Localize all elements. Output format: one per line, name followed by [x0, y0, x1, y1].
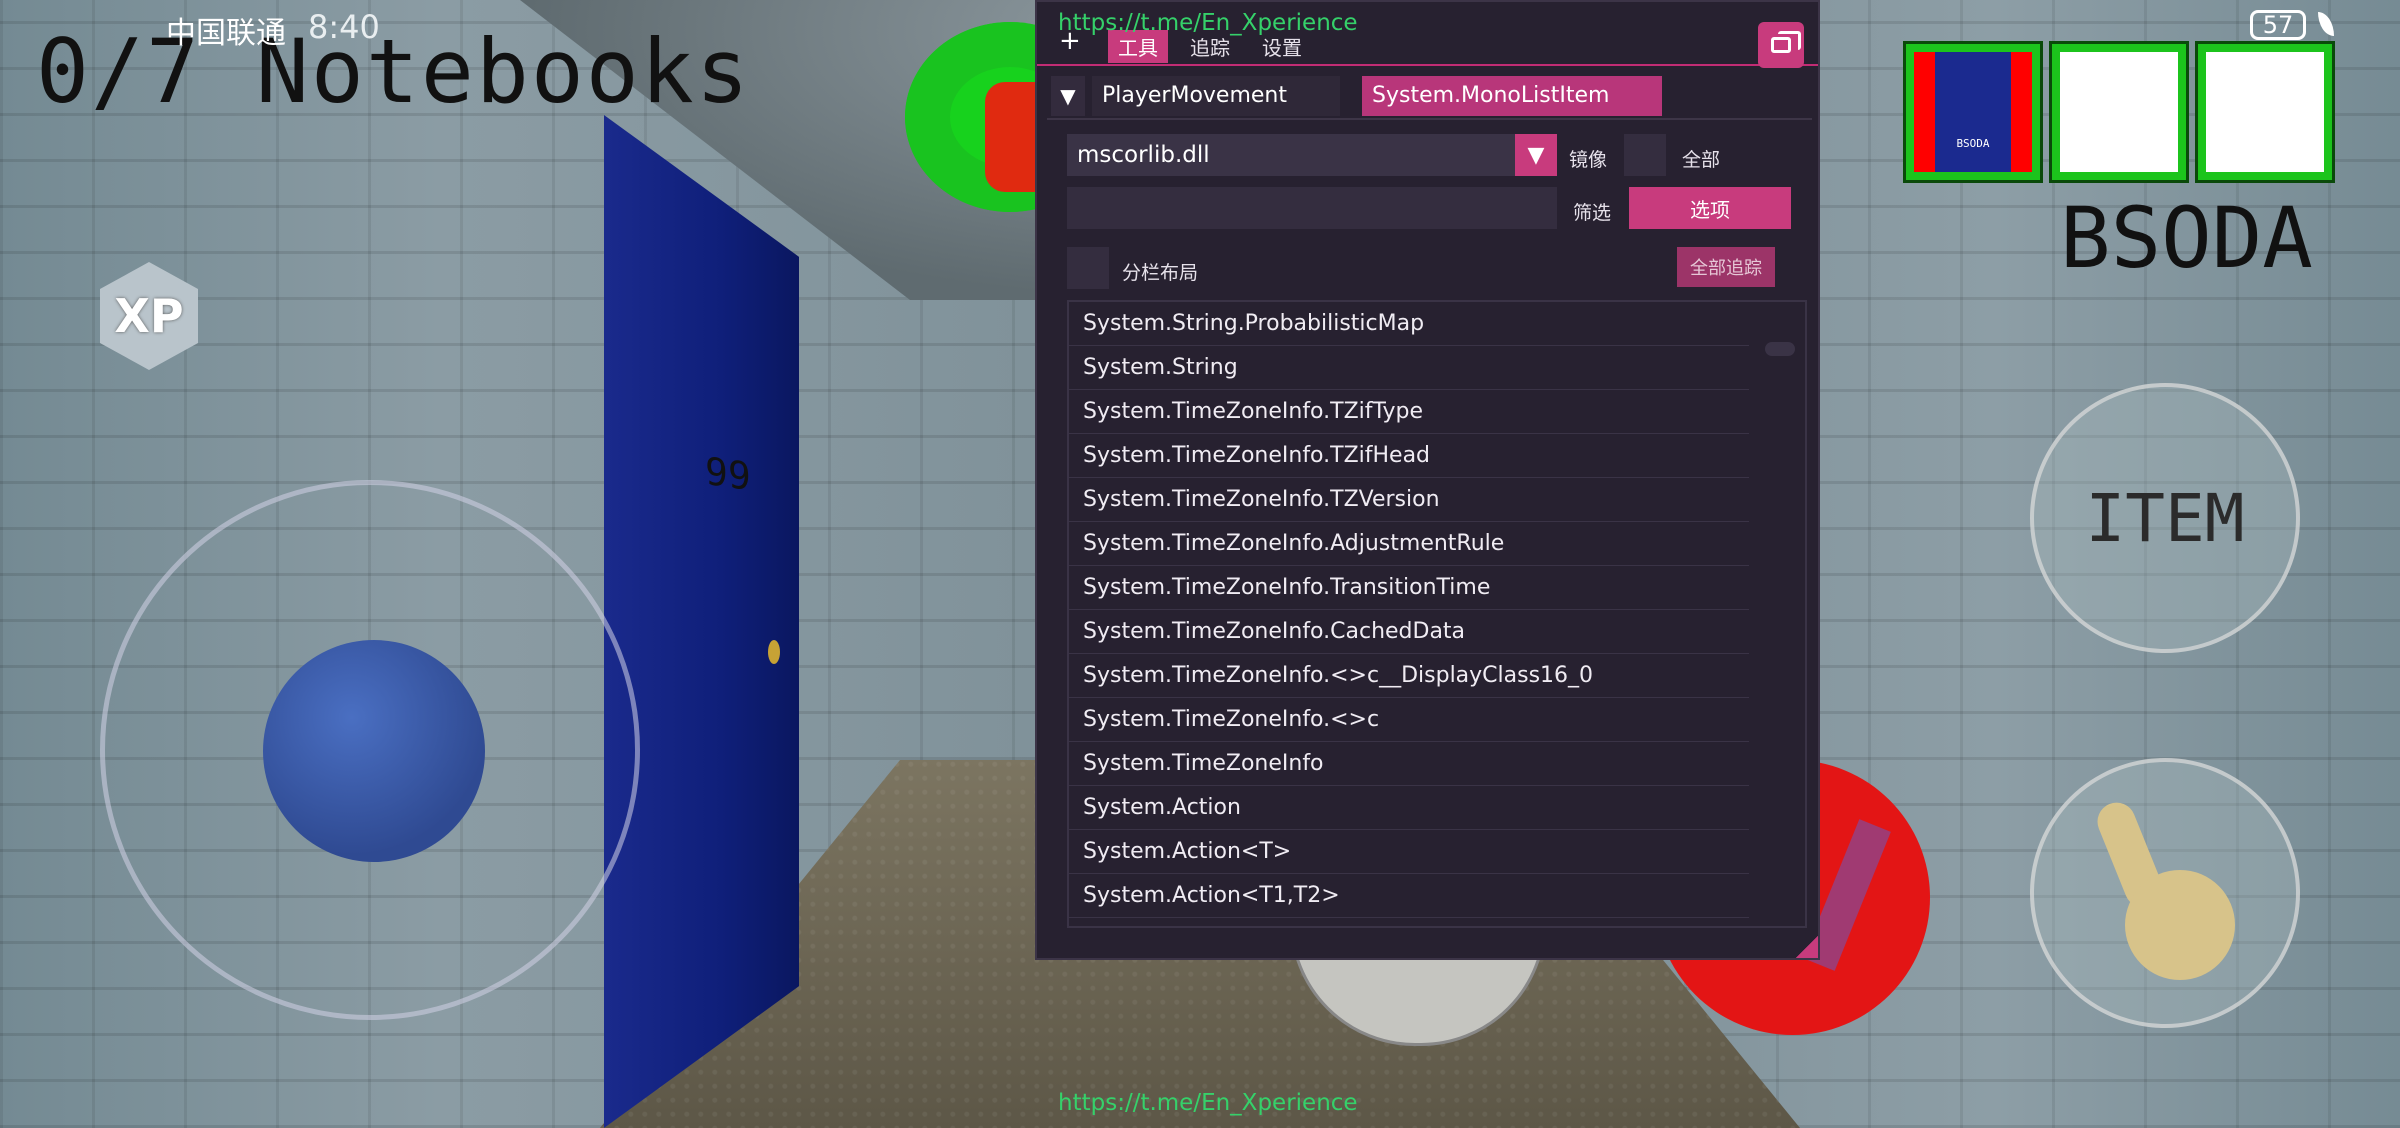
- window-toggle-button[interactable]: [1758, 22, 1804, 68]
- list-item[interactable]: System.TimeZoneInfo.TZifHead: [1069, 434, 1749, 478]
- notebook-counter: 0/7 Notebooks: [36, 20, 751, 123]
- door-number: 99: [705, 448, 751, 500]
- inventory-slot-1[interactable]: BSODA: [1903, 41, 2043, 183]
- mirror-checkbox[interactable]: [1624, 134, 1666, 176]
- inventory-slot-2[interactable]: [2049, 41, 2189, 183]
- list-item[interactable]: System.TimeZoneInfo.CachedData: [1069, 610, 1749, 654]
- list-item[interactable]: System.TimeZoneInfo.<>c__DisplayClass16_…: [1069, 654, 1749, 698]
- split-layout-label: 分栏布局: [1122, 262, 1199, 284]
- watermark-top: https://t.me/En_Xperience: [1058, 10, 1358, 36]
- list-item[interactable]: System.TimeZoneInfo.TransitionTime: [1069, 566, 1749, 610]
- battery-icon: 57: [2250, 10, 2306, 40]
- list-item[interactable]: System.TimeZoneInfo.AdjustmentRule: [1069, 522, 1749, 566]
- mod-menu-panel: + 工具 追踪 设置 ▼ PlayerMovement System.MonoL…: [1035, 0, 1820, 960]
- list-item[interactable]: System.String: [1069, 346, 1749, 390]
- trace-all-button[interactable]: 全部追踪: [1677, 247, 1775, 287]
- class-list: System.String.ProbabilisticMap System.St…: [1067, 300, 1807, 928]
- status-carrier: 中国联通: [166, 16, 286, 51]
- class-tab-row: ▼ PlayerMovement System.MonoListItem: [1047, 74, 1812, 120]
- list-item[interactable]: System.TimeZoneInfo.<>c: [1069, 698, 1749, 742]
- list-item[interactable]: System.TimeZoneInfo.TZifType: [1069, 390, 1749, 434]
- list-item[interactable]: System.TimeZoneInfo: [1069, 742, 1749, 786]
- use-item-button[interactable]: ITEM: [2030, 383, 2300, 653]
- hand-pointer-icon: [2091, 796, 2245, 990]
- mirror-label: 镜像: [1569, 149, 1608, 171]
- options-button[interactable]: 选项: [1629, 187, 1791, 229]
- class-tab-monolistitem[interactable]: System.MonoListItem: [1362, 76, 1662, 116]
- list-item[interactable]: System.Action<T1,T2>: [1069, 874, 1749, 918]
- list-item[interactable]: System.Action<T>: [1069, 830, 1749, 874]
- door-knob: [768, 640, 780, 664]
- status-time: 8:40: [308, 8, 380, 46]
- inventory-bar: BSODA: [1903, 41, 2335, 183]
- inventory-slot-3[interactable]: [2195, 41, 2335, 183]
- collapse-triangle-icon[interactable]: ▼: [1051, 76, 1085, 116]
- classroom-door: [604, 115, 799, 1128]
- selected-item-name: BSODA: [2060, 189, 2313, 287]
- list-item[interactable]: System.Action: [1069, 786, 1749, 830]
- filter-input[interactable]: [1067, 187, 1557, 229]
- watermark-bottom: https://t.me/En_Xperience: [1058, 1090, 1358, 1116]
- window-stack-icon: [1771, 31, 1801, 53]
- all-label: 全部: [1682, 149, 1721, 171]
- resize-grip-icon[interactable]: [1796, 936, 1818, 958]
- tab-divider: [1047, 118, 1812, 120]
- bsoda-can-icon: BSODA: [1943, 64, 2003, 160]
- assembly-select[interactable]: mscorlib.dll ▼: [1067, 134, 1557, 176]
- class-tab-playermovement[interactable]: PlayerMovement: [1092, 76, 1340, 116]
- list-scrollbar[interactable]: [1765, 342, 1795, 356]
- split-layout-checkbox[interactable]: [1067, 247, 1109, 289]
- filter-label: 筛选: [1573, 202, 1612, 224]
- joystick-knob[interactable]: [263, 640, 485, 862]
- list-item[interactable]: System.TimeZoneInfo.TZVersion: [1069, 478, 1749, 522]
- list-item[interactable]: System.String.ProbabilisticMap: [1069, 302, 1749, 346]
- assembly-select-value: mscorlib.dll: [1077, 142, 1210, 168]
- dropdown-arrow-icon[interactable]: ▼: [1515, 134, 1557, 176]
